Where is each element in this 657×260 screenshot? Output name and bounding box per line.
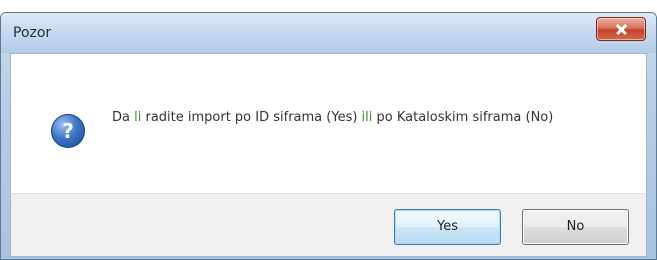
message-dialog: Pozor ? Da li radite import po ID sifram… <box>0 12 657 260</box>
message-keyword: ili <box>361 110 373 125</box>
button-bar: Yes No <box>10 193 647 257</box>
message-text: radite import po ID siframa (Yes) <box>141 110 362 125</box>
close-button[interactable] <box>596 17 646 41</box>
title-bar[interactable]: Pozor <box>1 13 656 53</box>
question-icon: ? <box>51 114 85 148</box>
dialog-title: Pozor <box>13 25 52 41</box>
dialog-message: Da li radite import po ID siframa (Yes) … <box>112 108 632 128</box>
message-text: Da <box>112 110 135 125</box>
no-button[interactable]: No <box>522 209 629 245</box>
dialog-content: ? Da li radite import po ID siframa (Yes… <box>10 53 647 194</box>
message-text: po Kataloskim siframa (No) <box>372 110 554 125</box>
yes-button[interactable]: Yes <box>394 209 501 245</box>
